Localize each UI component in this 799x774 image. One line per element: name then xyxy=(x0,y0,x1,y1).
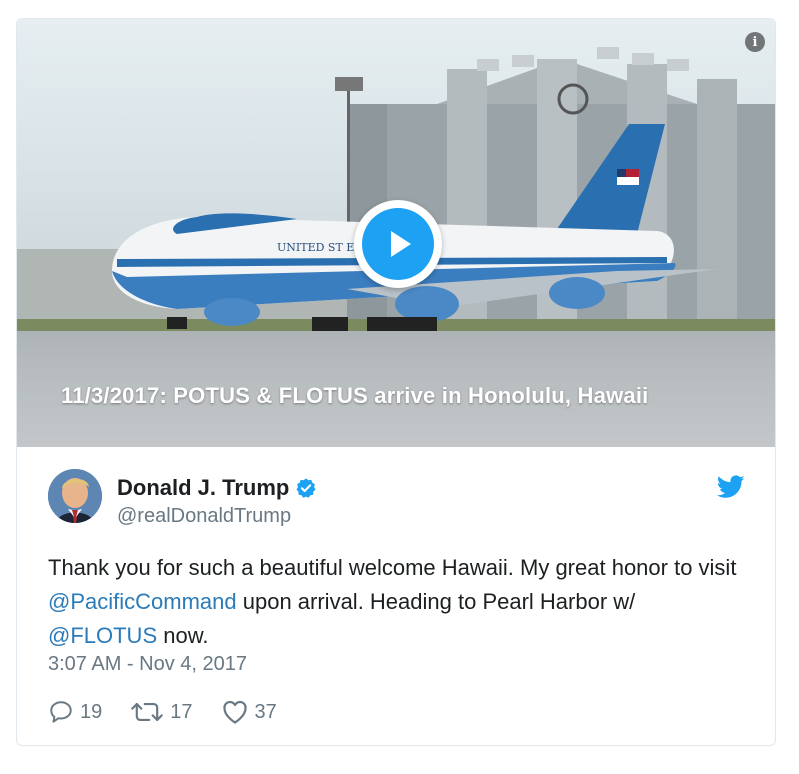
like-button[interactable]: 37 xyxy=(221,699,277,725)
mention-link-flotus[interactable]: @FLOTUS xyxy=(48,623,157,648)
tweet-actions: 19 17 37 xyxy=(48,699,305,725)
mention-link-pacificcommand[interactable]: @PacificCommand xyxy=(48,589,237,614)
play-button[interactable] xyxy=(354,200,442,288)
tweet-body: Donald J. Trump @realDonaldTrump Thank y… xyxy=(17,447,775,745)
author-name-row[interactable]: Donald J. Trump xyxy=(117,475,317,501)
verified-badge-icon xyxy=(296,478,316,498)
profile-photo xyxy=(48,469,102,523)
retweet-count: 17 xyxy=(170,700,193,723)
video-player[interactable]: UNITED ST ERICA i 11/3/2017: POTUS & FLO… xyxy=(17,19,775,447)
reply-icon xyxy=(50,701,72,723)
tweet-text-part: Thank you for such a beautiful welcome H… xyxy=(48,555,737,580)
author-name[interactable]: Donald J. Trump xyxy=(117,475,289,501)
like-icon xyxy=(222,700,247,724)
like-count: 37 xyxy=(254,700,277,723)
tweet-text-part: upon arrival. Heading to Pearl Harbor w/ xyxy=(236,589,636,614)
tweet-text-part: now. xyxy=(157,623,209,648)
info-icon[interactable]: i xyxy=(745,32,765,52)
video-caption: 11/3/2017: POTUS & FLOTUS arrive in Hono… xyxy=(61,383,649,408)
retweet-icon xyxy=(131,702,164,722)
reply-count: 19 xyxy=(80,700,103,723)
author-handle[interactable]: @realDonaldTrump xyxy=(117,505,291,528)
avatar[interactable] xyxy=(48,469,102,523)
reply-button[interactable]: 19 xyxy=(48,699,102,725)
embedded-tweet-card: UNITED ST ERICA i 11/3/2017: POTUS & FLO… xyxy=(16,18,776,746)
play-icon xyxy=(391,231,411,257)
tweet-text: Thank you for such a beautiful welcome H… xyxy=(48,551,748,653)
tweet-timestamp[interactable]: 3:07 AM - Nov 4, 2017 xyxy=(48,653,247,676)
retweet-button[interactable]: 17 xyxy=(130,699,193,725)
twitter-bird-icon[interactable] xyxy=(717,475,745,499)
